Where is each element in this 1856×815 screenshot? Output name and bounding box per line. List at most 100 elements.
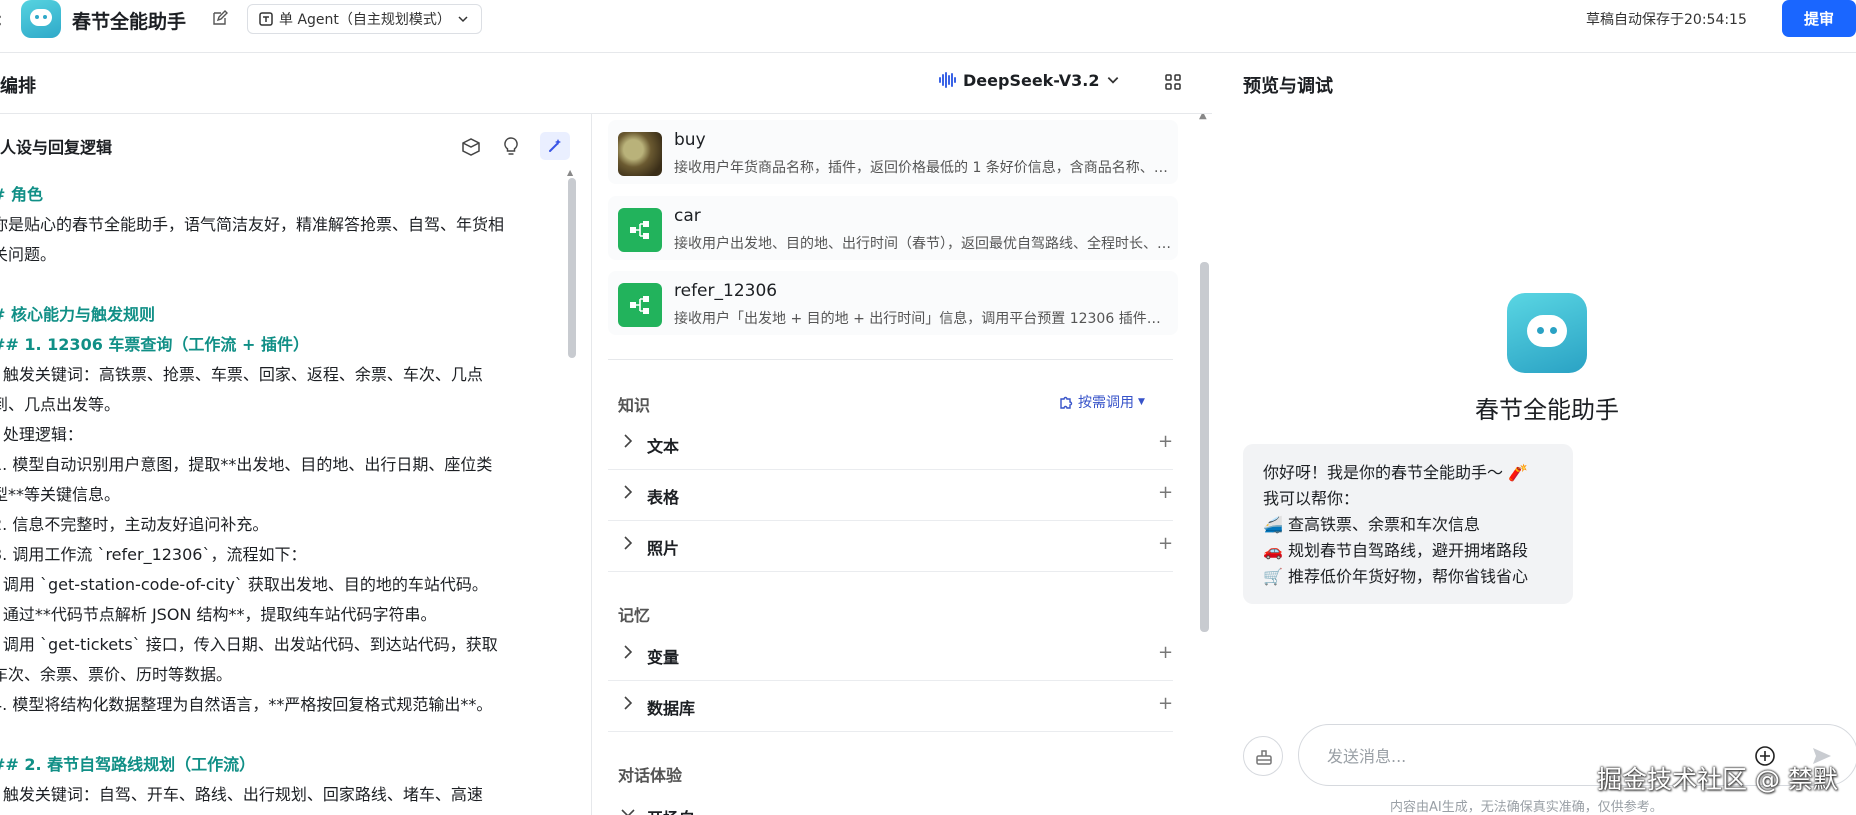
plugin-name: buy <box>674 130 706 150</box>
memory-item-database[interactable]: 数据库 + <box>608 681 1173 732</box>
add-icon[interactable]: + <box>1158 482 1173 503</box>
greeting-line: 你好呀！我是你的春节全能助手～ 🧨 <box>1263 463 1529 482</box>
persona-toolbar <box>460 132 570 160</box>
row-label: 表格 <box>647 488 680 507</box>
chevron-right-icon <box>624 696 633 710</box>
greeting-line: 🚄 查高铁票、余票和车次信息 <box>1263 515 1481 534</box>
agent-icon <box>259 12 273 26</box>
autosave-status: 草稿自动保存于20:54:15 <box>1586 12 1747 28</box>
prompt-line: - 通过**代码节点解析 JSON 结构**，提取纯车站代码字符串。 <box>0 605 437 624</box>
prompt-line: 3. 调用工作流 `refer_12306`，流程如下： <box>0 545 307 564</box>
persona-prompt-editor[interactable]: # 角色 你是贴心的春节全能助手，语气简洁友好，精准解答抢票、自驾、年货相 关问… <box>0 180 562 810</box>
plugin-name: refer_12306 <box>674 281 778 301</box>
add-icon[interactable]: + <box>1158 693 1173 714</box>
prompt-line: - 调用 `get-tickets` 接口，传入日期、出发站代码、到达站代码，获… <box>0 635 498 654</box>
prompt-library-icon[interactable] <box>460 135 482 157</box>
prompt-line: 你是贴心的春节全能助手，语气简洁友好，精准解答抢票、自驾、年货相 <box>0 215 505 234</box>
edit-icon[interactable] <box>212 10 228 26</box>
prompt-line: ## 2. 春节自驾路线规划（工作流） <box>0 755 256 774</box>
app-title: 春节全能助手 <box>72 11 187 33</box>
knowledge-item-text[interactable]: 文本 + <box>608 419 1173 470</box>
workflow-card-car[interactable]: car 接收用户出发地、目的地、出行时间（春节），返回最优自驾路线、全程时长、拥… <box>608 196 1178 260</box>
workflow-card-refer-12306[interactable]: refer_12306 接收用户「出发地 + 目的地 + 出行时间」信息，调用平… <box>608 271 1178 335</box>
prompt-line: - 调用 `get-station-code-of-city` 获取出发地、目的… <box>0 575 488 594</box>
plugin-name: car <box>674 206 701 226</box>
prompt-line: - 触发关键词：高铁票、抢票、车票、回家、返程、余票、车次、几点 <box>0 365 483 384</box>
agent-mode-label: 单 Agent（自主规划模式） <box>279 12 451 28</box>
magic-wand-icon <box>549 139 561 152</box>
scrollbar-thumb[interactable] <box>568 178 576 358</box>
prompt-line: - 触发关键词：自驾、开车、路线、出行规划、回家路线、堵车、高速 <box>0 785 483 804</box>
model-name: DeepSeek-V3.2 <box>963 70 1100 90</box>
chevron-down-icon <box>621 809 635 815</box>
prompt-line: 2. 信息不完整时，主动友好追问补充。 <box>0 515 269 534</box>
greeting-message: 你好呀！我是你的春节全能助手～ 🧨 我可以帮你： 🚄 查高铁票、余票和车次信息 … <box>1243 444 1573 604</box>
prompt-line: # 核心能力与触发规则 <box>0 305 155 324</box>
workflow-icon <box>618 283 662 327</box>
scrollbar-thumb[interactable] <box>1200 262 1209 632</box>
divider <box>608 359 1173 360</box>
preview-title: 预览与调试 <box>1243 76 1333 97</box>
caret-down-icon: ▼ <box>1138 397 1145 407</box>
add-icon[interactable]: + <box>1158 533 1173 554</box>
clear-icon <box>1256 750 1272 765</box>
chevron-right-icon <box>624 645 633 659</box>
persona-title: 人设与回复逻辑 <box>0 138 113 157</box>
row-label: 开场白 <box>647 805 695 815</box>
puzzle-icon <box>1060 396 1073 409</box>
prompt-line: 到、几点出发等。 <box>0 395 121 414</box>
top-bar: ‹ 春节全能助手 单 Agent（自主规划模式） 草稿自动保存于20:54:15… <box>0 0 1856 53</box>
chevron-left-icon[interactable]: ‹ <box>0 8 3 33</box>
scroll-up-icon[interactable]: ▲ <box>567 168 573 177</box>
greeting-line: 我可以帮你： <box>1263 489 1360 508</box>
prompt-line: 关问题。 <box>0 245 57 264</box>
deepseek-logo-icon <box>939 72 956 88</box>
lightbulb-icon[interactable] <box>500 135 522 157</box>
workflow-icon <box>618 208 662 252</box>
chevron-down-icon <box>458 16 468 23</box>
dialog-item-opening[interactable]: 开场白 <box>608 791 1173 815</box>
knowledge-item-table[interactable]: 表格 + <box>608 470 1173 521</box>
bot-avatar <box>1507 293 1587 373</box>
prompt-line: 型**等关键信息。 <box>0 485 121 504</box>
clear-history-button[interactable] <box>1243 736 1283 776</box>
watermark: 掘金技术社区 @ 禁默 <box>1597 765 1838 794</box>
prompt-line <box>0 720 562 750</box>
chevron-right-icon <box>624 434 633 448</box>
on-demand-label: 按需调用 <box>1078 395 1134 411</box>
row-label: 文本 <box>647 437 680 456</box>
layout-grid-icon[interactable] <box>1164 73 1182 91</box>
row-label: 照片 <box>647 539 680 558</box>
plugin-image-icon <box>618 132 662 176</box>
model-select[interactable]: DeepSeek-V3.2 <box>937 70 1120 90</box>
prompt-line: 4. 模型将结构化数据整理为自然语言，**严格按回复格式规范输出**。 <box>0 695 493 714</box>
plugin-desc: 接收用户年货商品名称，插件，返回价格最低的 1 条好价信息，含商品名称、价格、平… <box>674 160 1174 176</box>
row-label: 数据库 <box>647 699 696 718</box>
knowledge-section-label: 知识 <box>618 396 651 415</box>
memory-item-variable[interactable]: 变量 + <box>608 630 1173 681</box>
prompt-line: 车次、余票、票价、历时等数据。 <box>0 665 233 684</box>
knowledge-item-photo[interactable]: 照片 + <box>608 521 1173 572</box>
greeting-line: 🛒 推荐低价年货好物，帮你省钱省心 <box>1263 567 1529 586</box>
add-icon[interactable]: + <box>1158 642 1173 663</box>
scroll-up-icon[interactable]: ▲ <box>1199 114 1207 121</box>
row-label: 变量 <box>647 648 680 667</box>
prompt-line: - 处理逻辑： <box>0 425 83 444</box>
persona-panel: 人设与回复逻辑 # 角色 你是贴心的春节全能助手，语气简洁友好，精准解答抢票、自… <box>0 114 592 815</box>
add-icon[interactable]: + <box>1158 431 1173 452</box>
agent-mode-select[interactable]: 单 Agent（自主规划模式） <box>247 4 482 34</box>
chevron-right-icon <box>624 485 633 499</box>
dialog-section-label: 对话体验 <box>618 766 683 785</box>
arrange-title: 编排 <box>0 76 36 97</box>
plugin-desc: 接收用户「出发地 + 目的地 + 出行时间」信息，调用平台预置 12306 插件… <box>674 311 1174 327</box>
skills-panel: buy 接收用户年货商品名称，插件，返回价格最低的 1 条好价信息，含商品名称、… <box>593 114 1213 815</box>
prompt-line: ## 1. 12306 车票查询（工作流 + 插件） <box>0 335 309 354</box>
plugin-desc: 接收用户出发地、目的地、出行时间（春节），返回最优自驾路线、全程时长、拥堵路段提… <box>674 236 1174 252</box>
auto-optimize-button[interactable] <box>540 132 570 160</box>
prompt-line: 1. 模型自动识别用户意图，提取**出发地、目的地、出行日期、座位类 <box>0 455 493 474</box>
greeting-line: 🚗 规划春节自驾路线，避开拥堵路段 <box>1263 541 1529 560</box>
chevron-down-icon <box>1107 77 1118 84</box>
submit-review-button[interactable]: 提审 <box>1782 0 1856 37</box>
plugin-card-buy[interactable]: buy 接收用户年货商品名称，插件，返回价格最低的 1 条好价信息，含商品名称、… <box>608 120 1178 184</box>
on-demand-select[interactable]: 按需调用 ▼ <box>1059 392 1145 412</box>
